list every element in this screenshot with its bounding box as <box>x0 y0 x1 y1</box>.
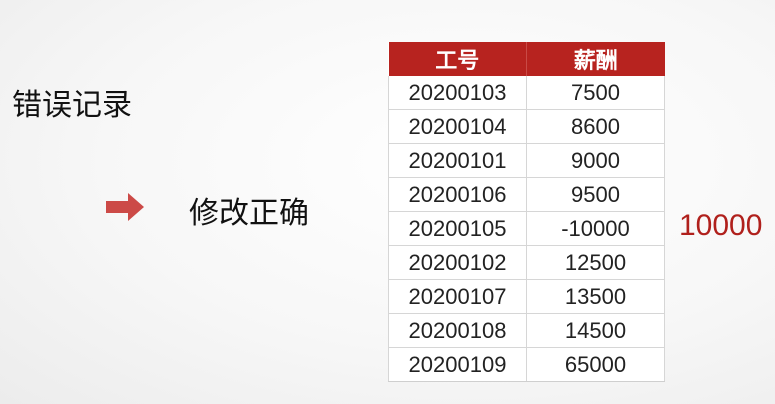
employee-id-cell: 20200109 <box>388 347 527 382</box>
employee-id-cell: 20200103 <box>388 76 527 110</box>
salary-cell: -10000 <box>526 211 665 246</box>
table-row: 20200105 -10000 <box>388 211 665 246</box>
salary-cell: 13500 <box>526 279 665 314</box>
salary-cell: 8600 <box>526 109 665 144</box>
salary-cell: 12500 <box>526 245 665 280</box>
table-row: 20200102 12500 <box>388 245 665 280</box>
employee-id-cell: 20200108 <box>388 313 527 348</box>
column-header-salary: 薪酬 <box>526 42 665 76</box>
employee-id-cell: 20200106 <box>388 177 527 212</box>
error-record-label: 错误记录 <box>12 88 132 123</box>
employee-id-cell: 20200101 <box>388 143 527 178</box>
salary-cell: 7500 <box>526 76 665 110</box>
table-row: 20200103 7500 <box>388 76 665 110</box>
salary-cell: 65000 <box>526 347 665 382</box>
employee-id-cell: 20200104 <box>388 109 527 144</box>
table-header-row: 工号 薪酬 <box>388 42 665 76</box>
salary-cell: 14500 <box>526 313 665 348</box>
right-arrow-icon <box>106 193 144 221</box>
table-row: 20200104 8600 <box>388 109 665 144</box>
corrected-value: 10000 <box>679 209 763 242</box>
employee-id-cell: 20200102 <box>388 245 527 280</box>
column-header-employee-id: 工号 <box>388 42 527 76</box>
salary-cell: 9000 <box>526 143 665 178</box>
table-row: 20200107 13500 <box>388 279 665 314</box>
salary-table: 工号 薪酬 20200103 7500 20200104 8600 202001… <box>388 42 665 382</box>
table-row: 20200108 14500 <box>388 313 665 348</box>
correction-label: 修改正确 <box>189 196 309 231</box>
salary-cell: 9500 <box>526 177 665 212</box>
employee-id-cell: 20200107 <box>388 279 527 314</box>
table-row: 20200106 9500 <box>388 177 665 212</box>
table-row: 20200101 9000 <box>388 143 665 178</box>
employee-id-cell: 20200105 <box>388 211 527 246</box>
table-row: 20200109 65000 <box>388 347 665 382</box>
